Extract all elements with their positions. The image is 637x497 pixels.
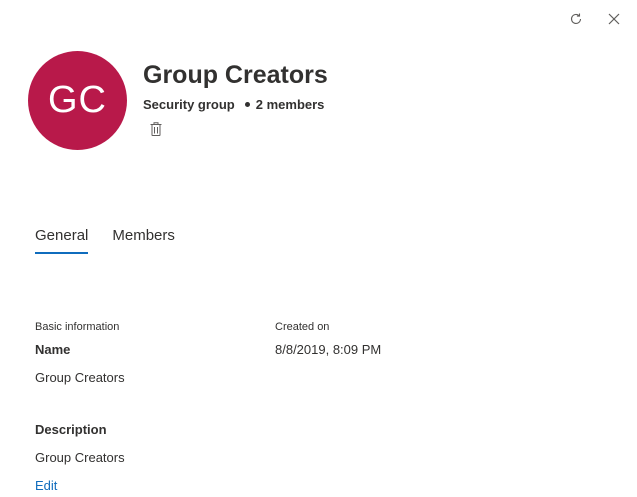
tab-members[interactable]: Members <box>112 227 175 254</box>
created-on-label: Created on <box>275 321 330 333</box>
name-value: Group Creators <box>35 370 125 385</box>
avatar: GC <box>28 51 127 150</box>
basic-information-heading: Basic information <box>35 321 120 333</box>
edit-description-link[interactable]: Edit <box>35 478 57 493</box>
trash-icon[interactable] <box>149 121 163 137</box>
group-type: Security group <box>143 97 235 112</box>
description-label: Description <box>35 422 107 437</box>
page-title: Group Creators <box>143 61 328 89</box>
group-summary: Security group 2 members <box>143 97 324 112</box>
close-icon[interactable] <box>605 10 623 28</box>
group-details-panel: GC Group Creators Security group 2 membe… <box>0 0 637 497</box>
refresh-icon[interactable] <box>567 10 585 28</box>
panel-actions <box>567 10 623 28</box>
tab-bar: General Members <box>35 227 175 254</box>
member-count: 2 members <box>255 97 325 112</box>
tab-general[interactable]: General <box>35 227 89 254</box>
description-value: Group Creators <box>35 450 125 465</box>
name-label: Name <box>35 342 71 357</box>
created-on-value: 8/8/2019, 8:09 PM <box>275 342 382 357</box>
separator-dot <box>244 102 250 107</box>
